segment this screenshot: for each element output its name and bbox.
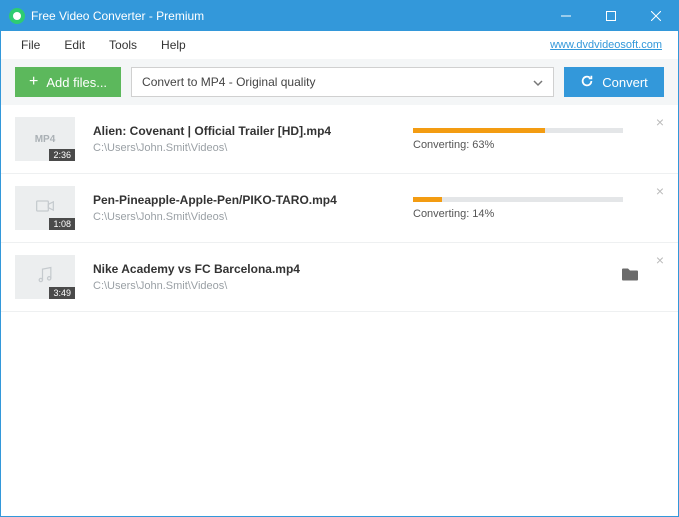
file-info: Alien: Covenant | Official Trailer [HD].…: [93, 124, 393, 154]
progress-bar: [413, 197, 623, 202]
menu-tools[interactable]: Tools: [97, 38, 149, 52]
convert-label: Convert: [602, 75, 648, 90]
file-name: Pen-Pineapple-Apple-Pen/PIKO-TARO.mp4: [93, 193, 393, 207]
music-icon: [35, 265, 55, 290]
progress-status: Converting: 14%: [413, 208, 664, 220]
progress-status: Converting: 63%: [413, 139, 664, 151]
thumbnail: 1:08: [15, 186, 75, 230]
file-name: Alien: Covenant | Official Trailer [HD].…: [93, 124, 393, 138]
video-icon: [35, 196, 55, 221]
file-path: C:\Users\John.Smit\Videos\: [93, 142, 393, 154]
format-dropdown[interactable]: Convert to MP4 - Original quality: [131, 67, 554, 97]
file-name: Nike Academy vs FC Barcelona.mp4: [93, 262, 393, 276]
titlebar: Free Video Converter - Premium: [1, 1, 678, 31]
file-row[interactable]: 1:08 Pen-Pineapple-Apple-Pen/PIKO-TARO.m…: [1, 174, 678, 243]
menu-file[interactable]: File: [9, 38, 52, 52]
remove-file-button[interactable]: ×: [656, 253, 664, 267]
remove-file-button[interactable]: ×: [656, 184, 664, 198]
progress-area: Converting: 63%: [393, 128, 664, 151]
maximize-button[interactable]: [588, 1, 633, 31]
close-button[interactable]: [633, 1, 678, 31]
progress-bar: [413, 128, 623, 133]
thumbnail: 3:49: [15, 255, 75, 299]
menubar: File Edit Tools Help www.dvdvideosoft.co…: [1, 31, 678, 59]
file-path: C:\Users\John.Smit\Videos\: [93, 280, 393, 292]
plus-icon: +: [29, 73, 38, 91]
thumb-format-label: MP4: [35, 134, 56, 145]
website-link[interactable]: www.dvdvideosoft.com: [550, 39, 662, 51]
file-path: C:\Users\John.Smit\Videos\: [93, 211, 393, 223]
minimize-button[interactable]: [543, 1, 588, 31]
menu-edit[interactable]: Edit: [52, 38, 97, 52]
thumbnail: MP4 2:36: [15, 117, 75, 161]
toolbar: + Add files... Convert to MP4 - Original…: [1, 59, 678, 105]
duration-badge: 2:36: [49, 149, 75, 161]
format-label: Convert to MP4 - Original quality: [142, 75, 315, 89]
file-row[interactable]: MP4 2:36 Alien: Covenant | Official Trai…: [1, 105, 678, 174]
add-files-label: Add files...: [46, 75, 107, 90]
menu-help[interactable]: Help: [149, 38, 198, 52]
duration-badge: 3:49: [49, 287, 75, 299]
app-icon: [9, 8, 25, 24]
folder-icon[interactable]: [622, 268, 638, 287]
window-title: Free Video Converter - Premium: [31, 9, 543, 23]
progress-fill: [413, 197, 442, 202]
duration-badge: 1:08: [49, 218, 75, 230]
remove-file-button[interactable]: ×: [656, 115, 664, 129]
convert-button[interactable]: Convert: [564, 67, 664, 97]
file-row[interactable]: 3:49 Nike Academy vs FC Barcelona.mp4 C:…: [1, 243, 678, 312]
progress-fill: [413, 128, 545, 133]
window-controls: [543, 1, 678, 31]
file-info: Pen-Pineapple-Apple-Pen/PIKO-TARO.mp4 C:…: [93, 193, 393, 223]
progress-area: Converting: 14%: [393, 197, 664, 220]
refresh-icon: [580, 74, 594, 91]
file-list: MP4 2:36 Alien: Covenant | Official Trai…: [1, 105, 678, 312]
add-files-button[interactable]: + Add files...: [15, 67, 121, 97]
chevron-down-icon: [533, 77, 543, 87]
file-info: Nike Academy vs FC Barcelona.mp4 C:\User…: [93, 262, 393, 292]
